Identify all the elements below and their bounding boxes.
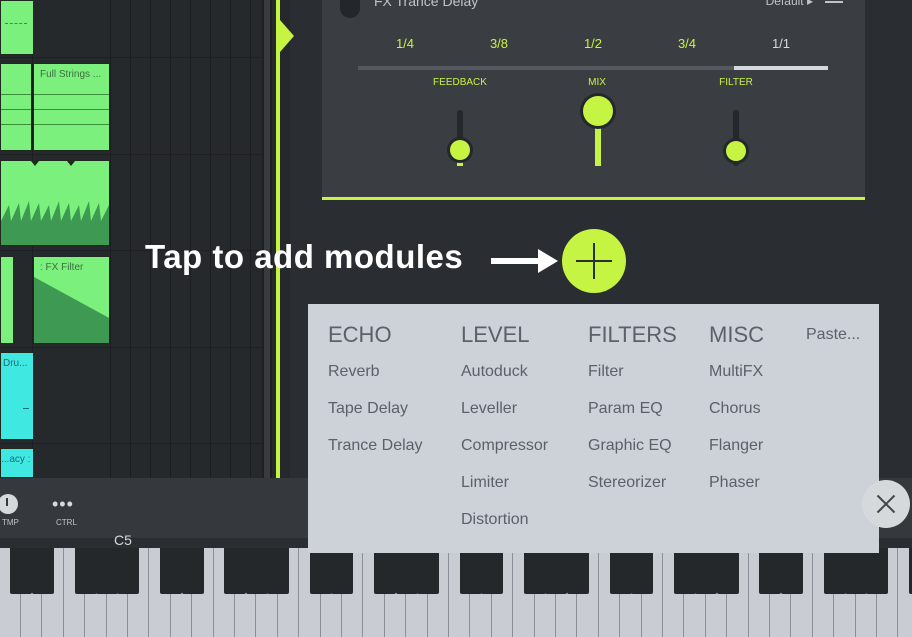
piano-black-key[interactable] xyxy=(310,548,332,594)
piano-black-key[interactable] xyxy=(866,548,889,594)
piano-black-key[interactable] xyxy=(673,548,696,594)
arrow-right-icon xyxy=(491,258,541,264)
menu-item-phaser[interactable]: Phaser xyxy=(709,474,760,492)
piano-black-key[interactable] xyxy=(609,548,632,594)
piano-black-key[interactable] xyxy=(845,548,867,594)
clock-hand xyxy=(6,498,8,506)
category-echo-heading: ECHO xyxy=(328,322,392,347)
time-option-1-2[interactable]: 1/2 xyxy=(568,36,618,51)
preset-label: Default xyxy=(765,0,804,8)
piano-black-key[interactable] xyxy=(31,548,54,594)
playlist-clip[interactable]: Full Strings ... xyxy=(33,63,110,151)
arrow-right-icon-head xyxy=(538,249,558,273)
feedback-slider-knob[interactable] xyxy=(450,140,470,160)
add-module-button[interactable] xyxy=(562,229,626,293)
piano-black-key[interactable] xyxy=(545,548,568,594)
piano-black-key[interactable] xyxy=(96,548,118,594)
filter-label: FILTER xyxy=(719,77,753,88)
piano-black-key[interactable] xyxy=(160,548,183,594)
piano-black-key[interactable] xyxy=(117,548,140,594)
plus-icon-vertical xyxy=(593,243,595,279)
time-option-1-4[interactable]: 1/4 xyxy=(380,36,430,51)
octave-label: C5 xyxy=(114,532,132,548)
piano-black-key[interactable] xyxy=(823,548,846,594)
piano-black-key[interactable] xyxy=(417,548,439,594)
ctrl-label: CTRL xyxy=(56,518,77,527)
category-level-heading: LEVEL xyxy=(461,322,530,347)
paste-button[interactable]: Paste... xyxy=(806,326,860,344)
menu-item-multifx[interactable]: MultiFX xyxy=(709,363,763,381)
hamburger-menu-icon[interactable] xyxy=(825,0,843,7)
playlist-clip[interactable]: : FX Filter xyxy=(33,256,110,344)
menu-item-stereorizer[interactable]: Stereorizer xyxy=(588,474,666,492)
menu-item-reverb[interactable]: Reverb xyxy=(328,363,380,381)
piano-black-key[interactable] xyxy=(374,548,397,594)
piano-black-key[interactable] xyxy=(716,548,739,594)
piano-black-key[interactable] xyxy=(524,548,546,594)
time-slider-selection xyxy=(734,66,828,70)
feedback-label: FEEDBACK xyxy=(433,77,487,88)
piano-black-key[interactable] xyxy=(10,548,33,594)
piano-black-key[interactable] xyxy=(566,548,589,594)
chevron-right-icon: ▸ xyxy=(806,0,813,8)
piano-black-key[interactable] xyxy=(481,548,504,594)
category-misc-heading: MISC xyxy=(709,322,764,347)
piano-black-key[interactable] xyxy=(780,548,803,594)
playhead-arrow[interactable] xyxy=(280,20,294,52)
module-menu: ECHO Reverb Tape Delay Trance Delay LEVE… xyxy=(308,304,879,553)
fx-title: FX Trance Delay xyxy=(374,0,479,9)
clip-label: Full Strings ... xyxy=(40,69,102,80)
playlist-clip[interactable]: Dru... xyxy=(0,352,34,440)
fx-power-toggle[interactable] xyxy=(340,0,360,18)
menu-item-compressor[interactable]: Compressor xyxy=(461,437,548,455)
waveform-graphic xyxy=(1,161,109,245)
menu-item-distortion[interactable]: Distortion xyxy=(461,511,529,529)
piano-black-key[interactable] xyxy=(181,548,204,594)
mix-slider-knob[interactable] xyxy=(583,96,613,126)
playlist-clip[interactable] xyxy=(0,0,34,55)
clip-label: Dru... xyxy=(3,358,28,369)
piano-keyboard[interactable] xyxy=(0,548,912,637)
menu-item-filter[interactable]: Filter xyxy=(588,363,624,381)
mix-label: MIX xyxy=(588,77,606,88)
add-modules-hint: Tap to add modules xyxy=(145,238,464,275)
piano-black-key[interactable] xyxy=(459,548,482,594)
playlist-clip[interactable]: ...acy : ... xyxy=(0,448,34,478)
menu-item-param-eq[interactable]: Param EQ xyxy=(588,400,663,418)
menu-item-leveller[interactable]: Leveller xyxy=(461,400,517,418)
piano-black-key[interactable] xyxy=(631,548,653,594)
playlist-clip[interactable] xyxy=(0,256,14,344)
time-option-3-8[interactable]: 3/8 xyxy=(474,36,524,51)
piano-black-key[interactable] xyxy=(395,548,418,594)
filter-slider-knob[interactable] xyxy=(726,141,746,161)
menu-item-trance-delay[interactable]: Trance Delay xyxy=(328,437,423,455)
menu-item-limiter[interactable]: Limiter xyxy=(461,474,509,492)
automation-graphic xyxy=(34,277,109,343)
menu-item-autoduck[interactable]: Autoduck xyxy=(461,363,528,381)
piano-black-key[interactable] xyxy=(267,548,290,594)
category-filters-heading: FILTERS xyxy=(588,322,677,347)
playlist-clip[interactable] xyxy=(0,160,110,246)
menu-item-graphic-eq[interactable]: Graphic EQ xyxy=(588,437,672,455)
piano-black-key[interactable] xyxy=(331,548,354,594)
close-menu-button[interactable] xyxy=(862,480,910,528)
fx-preset-selector[interactable]: Default ▸ xyxy=(766,0,813,8)
fx-panel: FX Trance Delay Default ▸ 1/4 3/8 1/2 3/… xyxy=(322,0,865,200)
menu-item-flanger[interactable]: Flanger xyxy=(709,437,763,455)
menu-item-chorus[interactable]: Chorus xyxy=(709,400,761,418)
piano-black-key[interactable] xyxy=(245,548,268,594)
clip-label: ...acy : ... xyxy=(1,454,33,465)
piano-black-key[interactable] xyxy=(695,548,718,594)
piano-black-key[interactable] xyxy=(74,548,97,594)
time-option-3-4[interactable]: 3/4 xyxy=(662,36,712,51)
piano-black-key[interactable] xyxy=(759,548,782,594)
menu-item-tape-delay[interactable]: Tape Delay xyxy=(328,400,408,418)
time-option-1-1[interactable]: 1/1 xyxy=(756,36,806,51)
more-dots-icon[interactable]: ••• xyxy=(52,495,74,513)
playlist-clip[interactable] xyxy=(0,63,32,151)
tmp-label: TMP xyxy=(2,518,19,527)
piano-black-key[interactable] xyxy=(224,548,247,594)
